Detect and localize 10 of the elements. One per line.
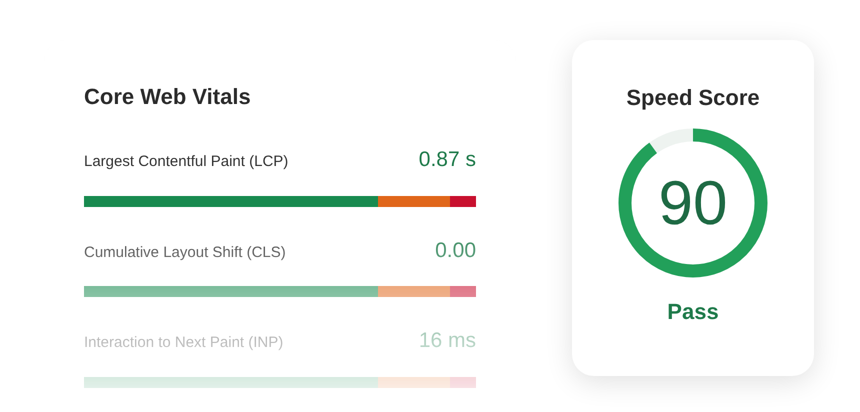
metric-value: 0.00 [435, 238, 476, 264]
metric-label: Interaction to Next Paint (INP) [84, 333, 284, 354]
score-value: 90 [658, 168, 728, 240]
metric-label: Largest Contentful Paint (LCP) [84, 152, 288, 172]
metric-value: 16 ms [418, 328, 476, 354]
score-verdict: Pass [667, 298, 719, 326]
metric-value: 0.87 s [418, 147, 476, 174]
metric-label: Cumulative Layout Shift (CLS) [84, 242, 286, 263]
card-title: Core Web Vitals [84, 84, 252, 110]
card-title: Speed Score [626, 85, 760, 112]
